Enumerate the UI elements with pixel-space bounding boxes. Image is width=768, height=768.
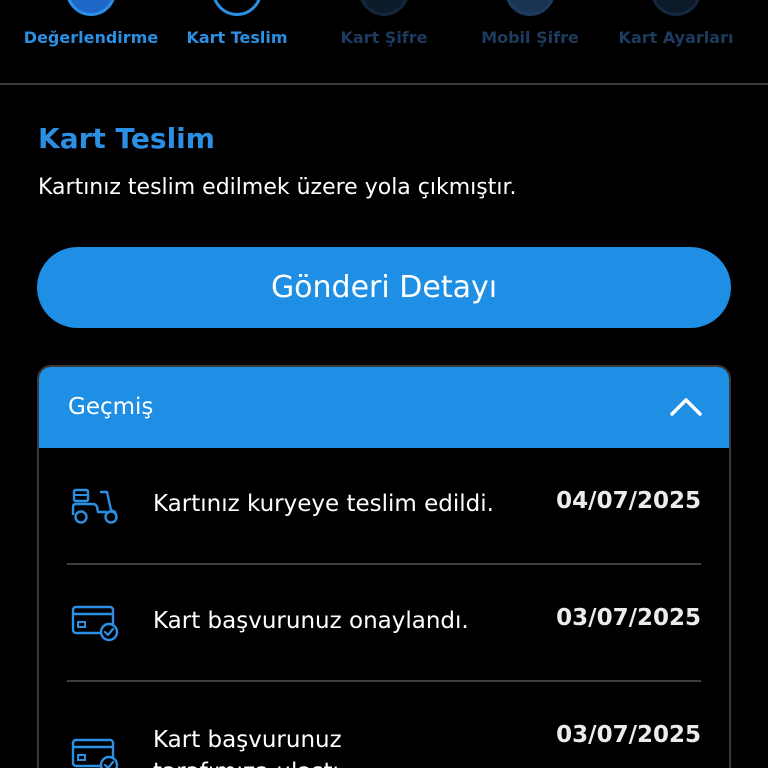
step-done-circle-icon — [66, 0, 116, 16]
step-future-circle-icon — [359, 0, 409, 16]
section-description: Kartınız teslim edilmek üzere yola çıkmı… — [38, 175, 517, 200]
shipment-detail-button[interactable]: Gönderi Detayı — [37, 247, 731, 328]
step-label: Değerlendirme — [23, 28, 159, 47]
courier-scooter-icon — [71, 488, 118, 524]
history-item-text: Kartınız kuryeye teslim edildi. — [153, 491, 494, 517]
header-divider — [0, 83, 768, 85]
history-row: Kart başvurunuz onaylandı. 03/07/2025 — [39, 565, 729, 682]
card-check-icon — [71, 605, 119, 642]
history-item-text: Kart başvurunuz onaylandı. — [153, 608, 469, 634]
step-future-circle-icon — [505, 0, 555, 16]
step-future-circle-icon — [651, 0, 701, 16]
history-item-date: 03/07/2025 — [556, 605, 701, 631]
history-accordion: Geçmiş Kartınız kuryeye teslim edildi. 0… — [37, 365, 731, 768]
history-row: Kartınız kuryeye teslim edildi. 04/07/20… — [39, 448, 729, 565]
step-label: Kart Ayarları — [618, 28, 734, 47]
history-title: Geçmiş — [68, 394, 154, 420]
step-label: Mobil Şifre — [481, 28, 579, 47]
history-item-date: 04/07/2025 — [556, 488, 701, 514]
history-item-text: Kart başvurunuz tarafımıza ulaştı. — [153, 727, 346, 768]
history-item-date: 03/07/2025 — [556, 722, 701, 748]
history-row: Kart başvurunuz tarafımıza ulaştı. 03/07… — [39, 682, 729, 768]
progress-stepper: Değerlendirme Kart Teslim Kart Şifre Mob… — [0, 0, 768, 84]
step-label: Kart Şifre — [340, 28, 428, 47]
history-accordion-header[interactable]: Geçmiş — [39, 367, 729, 448]
step-label: Kart Teslim — [186, 28, 288, 47]
card-check-icon — [71, 738, 119, 768]
step-current-circle-icon — [212, 0, 262, 16]
chevron-up-icon[interactable] — [669, 395, 703, 417]
section-title: Kart Teslim — [38, 122, 215, 155]
